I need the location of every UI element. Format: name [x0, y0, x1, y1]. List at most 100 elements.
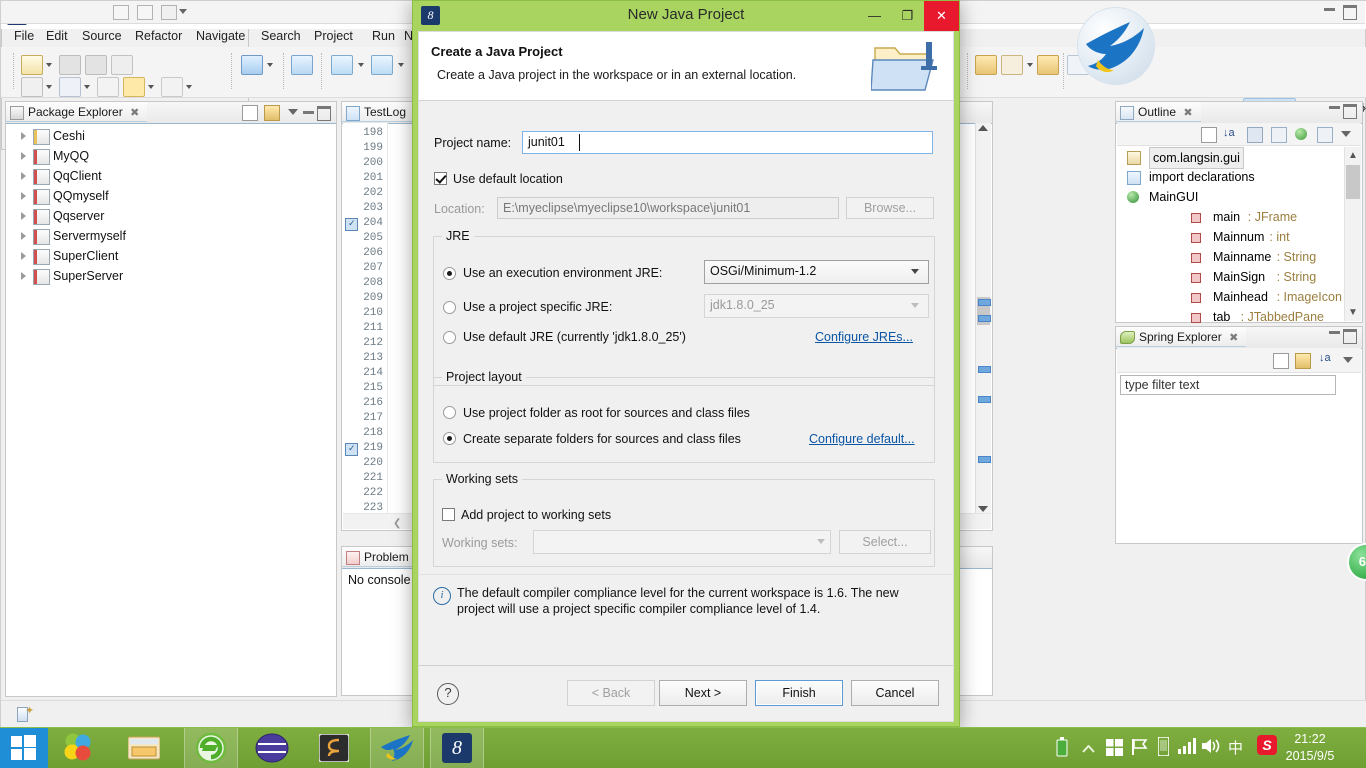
start-button[interactable] — [0, 728, 48, 768]
jre-exec-env-radio[interactable] — [443, 267, 456, 280]
close-icon[interactable]: ✖ — [1229, 332, 1238, 344]
package-tree-item[interactable]: SuperServer — [7, 266, 335, 286]
view-menu-icon[interactable] — [288, 109, 298, 115]
package-tree-item[interactable]: Qqserver — [7, 206, 335, 226]
expand-arrow-icon[interactable] — [21, 272, 26, 280]
expand-arrow-icon[interactable] — [21, 232, 26, 240]
run-server-icon[interactable] — [331, 55, 353, 75]
new-icon[interactable] — [113, 5, 129, 20]
taskbar-explorer-icon[interactable] — [118, 728, 170, 768]
outline-scrollbar[interactable]: ▲ ▼ — [1344, 147, 1361, 321]
outline-item[interactable]: Mainhead: ImageIcon — [1117, 287, 1344, 307]
annotation-marker[interactable] — [978, 456, 991, 463]
maximize-view-icon[interactable] — [1343, 104, 1357, 119]
package-tree-item[interactable]: Servermyself — [7, 226, 335, 246]
taskbar-sublime-icon[interactable] — [308, 728, 360, 768]
menu-navigate[interactable]: Navigate — [189, 27, 252, 45]
forward-arrow-icon[interactable] — [161, 77, 183, 97]
expand-arrow-icon[interactable] — [21, 172, 26, 180]
spring-filter-input[interactable]: type filter text — [1120, 375, 1336, 395]
back-arrow-icon[interactable] — [123, 77, 145, 97]
dialog-close-button[interactable]: ✕ — [924, 1, 959, 31]
link-with-editor-icon[interactable] — [264, 105, 280, 121]
minimize-view-icon[interactable] — [303, 111, 314, 114]
new-wizard-dropdown-icon[interactable] — [46, 63, 52, 67]
sort-icon[interactable]: ↓a — [1223, 127, 1235, 139]
tab-spring-explorer[interactable]: Spring Explorer ✖ — [1116, 327, 1247, 347]
layout-separate-radio[interactable] — [443, 432, 456, 445]
annotation-marker[interactable] — [978, 396, 991, 403]
scroll-left-icon[interactable]: ❮ — [393, 518, 401, 529]
jre-default-radio[interactable] — [443, 331, 456, 344]
maximize-view-icon[interactable] — [1343, 329, 1357, 344]
project-name-input[interactable]: junit01 — [522, 131, 933, 154]
outline-item[interactable]: com.langsin.gui — [1117, 147, 1344, 169]
expand-arrow-icon[interactable] — [21, 252, 26, 260]
new-class-dropdown-icon[interactable] — [46, 85, 52, 89]
dialog-maximize-button[interactable]: ❐ — [891, 1, 924, 31]
minimize-view-icon[interactable] — [1329, 106, 1340, 109]
cancel-button[interactable]: Cancel — [851, 680, 939, 706]
tray-windows-icon[interactable] — [1106, 739, 1123, 759]
back-nav-icon[interactable] — [97, 77, 119, 97]
minimize-view-icon[interactable] — [1324, 8, 1335, 11]
taskbar-myeclipse-icon[interactable]: 8 — [430, 728, 484, 768]
annotation-marker[interactable] — [978, 299, 991, 306]
outline-item[interactable]: main: JFrame — [1117, 207, 1344, 227]
tab-problems[interactable]: Problem — [342, 547, 417, 567]
package-tree-item[interactable]: SuperClient — [7, 246, 335, 266]
debug-icon[interactable] — [59, 77, 81, 97]
filter-icon[interactable] — [161, 5, 177, 20]
refresh-icon[interactable] — [137, 5, 153, 20]
debug-dropdown-icon[interactable] — [84, 85, 90, 89]
scroll-up-icon[interactable]: ▲ — [1348, 150, 1358, 161]
open-task-icon[interactable] — [1037, 55, 1059, 75]
save-all-icon[interactable] — [85, 55, 107, 75]
configure-default-link[interactable]: Configure default... — [809, 432, 915, 446]
menu-source[interactable]: Source — [75, 27, 129, 45]
menu-refactor[interactable]: Refactor — [128, 27, 189, 45]
scroll-down-icon[interactable] — [978, 506, 988, 512]
hide-nonpublic-icon[interactable] — [1295, 128, 1307, 140]
menu-search[interactable]: Search — [254, 27, 308, 45]
dialog-minimize-button[interactable]: — — [858, 1, 891, 31]
new-wizard-icon[interactable] — [21, 55, 43, 75]
annotation-marker[interactable] — [978, 366, 991, 373]
stop-server-dropdown-icon[interactable] — [398, 63, 404, 67]
tray-phone-icon[interactable] — [1157, 736, 1170, 759]
annotation-marker[interactable] — [978, 315, 991, 322]
package-tree-item[interactable]: Ceshi — [7, 126, 335, 146]
search-pin-icon[interactable] — [1001, 55, 1023, 75]
view-menu-icon[interactable] — [1341, 131, 1351, 137]
filter-dropdown-icon[interactable] — [179, 9, 187, 14]
package-tree-item[interactable]: MyQQ — [7, 146, 335, 166]
tab-package-explorer[interactable]: Package Explorer ✖ — [6, 102, 148, 122]
close-icon[interactable]: ✖ — [1183, 107, 1192, 119]
taskbar-browser-icon[interactable] — [52, 728, 104, 768]
package-tree-item[interactable]: QqClient — [7, 166, 335, 186]
package-explorer-tree[interactable]: Ceshi MyQQ QqClient QQmyself Qqserver Serverm… — [7, 126, 335, 286]
help-button[interactable]: ? — [437, 683, 459, 705]
tab-testlog[interactable]: TestLog — [342, 102, 415, 122]
menu-project[interactable]: Project — [307, 27, 360, 45]
run-server-dropdown-icon[interactable] — [358, 63, 364, 67]
next-button[interactable]: Next > — [659, 680, 747, 706]
hide-fields-icon[interactable] — [1247, 127, 1263, 143]
tab-outline[interactable]: Outline ✖ — [1116, 102, 1201, 122]
myeclipse-dropdown-icon[interactable] — [267, 63, 273, 67]
new-myeclipse-project-icon[interactable] — [241, 55, 263, 75]
print-icon[interactable] — [111, 55, 133, 75]
hide-static-icon[interactable] — [1271, 127, 1287, 143]
expand-arrow-icon[interactable] — [21, 152, 26, 160]
sort-icon[interactable]: ↓a — [1319, 352, 1331, 364]
jre-specific-radio[interactable] — [443, 301, 456, 314]
outline-item[interactable]: Mainnum: int — [1117, 227, 1344, 247]
collapse-all-icon[interactable] — [242, 105, 258, 121]
open-folder-icon[interactable] — [975, 55, 997, 75]
outline-item[interactable]: Mainname: String — [1117, 247, 1344, 267]
maximize-view-icon[interactable] — [1343, 5, 1357, 20]
tray-volume-icon[interactable] — [1202, 738, 1220, 757]
collapse-all-icon[interactable] — [1201, 127, 1217, 143]
outline-tree[interactable]: com.langsin.gui import declarations MainGU… — [1117, 147, 1344, 327]
forward-dropdown-icon[interactable] — [186, 85, 192, 89]
